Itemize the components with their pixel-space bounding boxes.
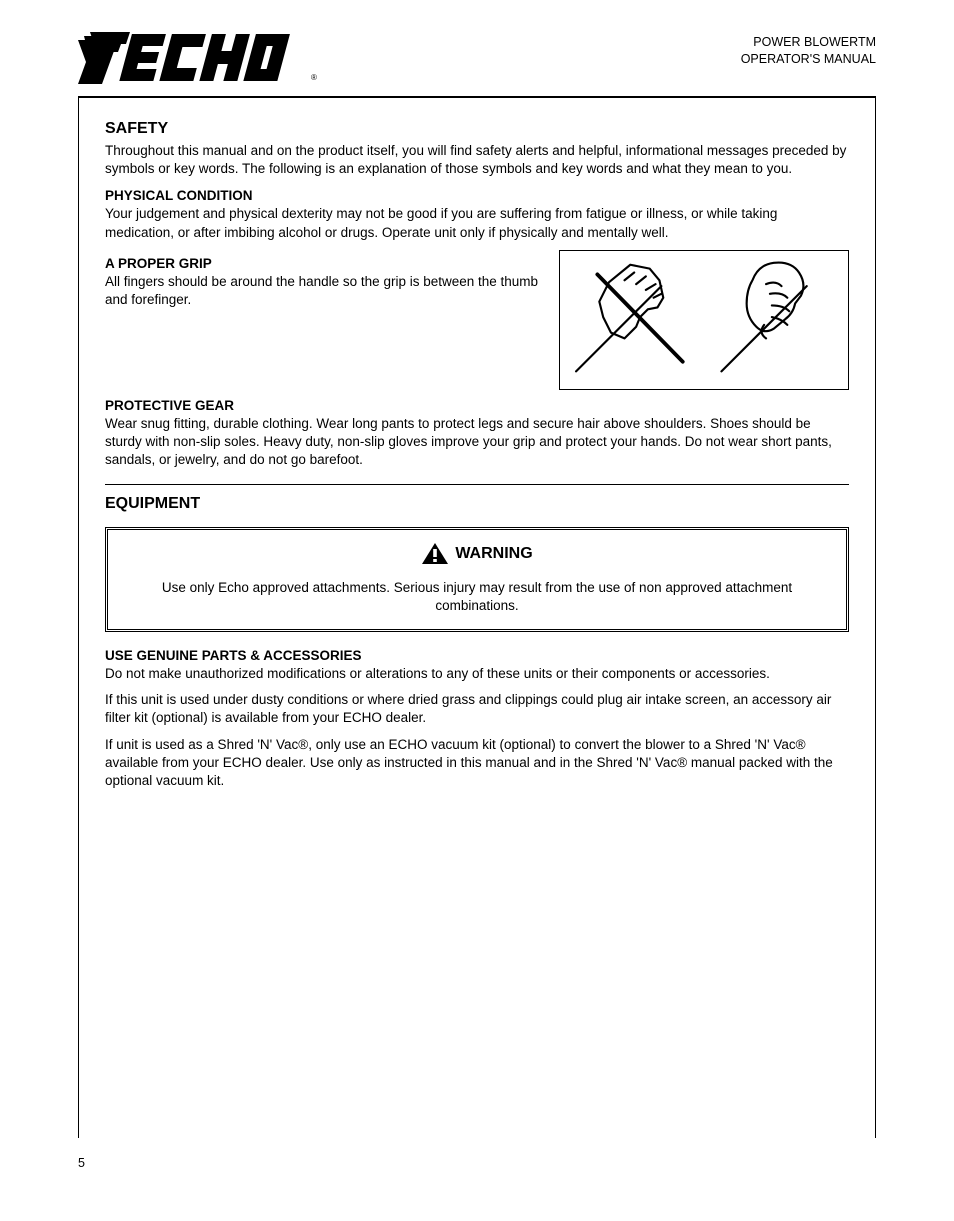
gear-text: Wear snug fitting, durable clothing. Wea… <box>105 415 849 470</box>
section-title-safety: safety <box>105 120 849 138</box>
physical-condition-text: Your judgement and physical dexterity ma… <box>105 205 849 241</box>
product-name: POWER BLOWERTM <box>741 34 876 51</box>
equipment-item-3: If unit is used as a Shred 'N' Vac®, onl… <box>105 736 849 791</box>
page-number: 5 <box>78 1156 876 1170</box>
equipment-item-2: If this unit is used under dusty conditi… <box>105 691 849 727</box>
grip-illustration <box>559 250 849 390</box>
warning-label: WARNING <box>455 545 532 563</box>
warning-callout: WARNING Use only Echo approved attachmen… <box>105 527 849 632</box>
grip-heading: A PROPER GRIP <box>105 256 541 271</box>
physical-condition-heading: PHYSICAL CONDITION <box>105 188 849 203</box>
brand-logo: ® <box>78 30 320 88</box>
svg-text:®: ® <box>311 73 317 82</box>
content-frame: safety Throughout this manual and on the… <box>78 98 876 1138</box>
header-product: POWER BLOWERTM OPERATOR'S MANUAL <box>741 30 876 68</box>
section-title-equipment: equipment <box>105 495 849 513</box>
warning-icon <box>421 542 449 566</box>
safety-intro: Throughout this manual and on the produc… <box>105 142 849 178</box>
grip-text: All fingers should be around the handle … <box>105 273 541 309</box>
warning-text: Use only Echo approved attachments. Seri… <box>124 579 830 615</box>
equipment-item-1: Do not make unauthorized modifications o… <box>105 665 849 683</box>
genuine-parts-heading: USE GENUINE PARTS & ACCESSORIES <box>105 648 849 663</box>
section-divider <box>105 484 849 485</box>
gear-heading: PROTECTIVE GEAR <box>105 398 849 413</box>
doc-type: OPERATOR'S MANUAL <box>741 51 876 68</box>
